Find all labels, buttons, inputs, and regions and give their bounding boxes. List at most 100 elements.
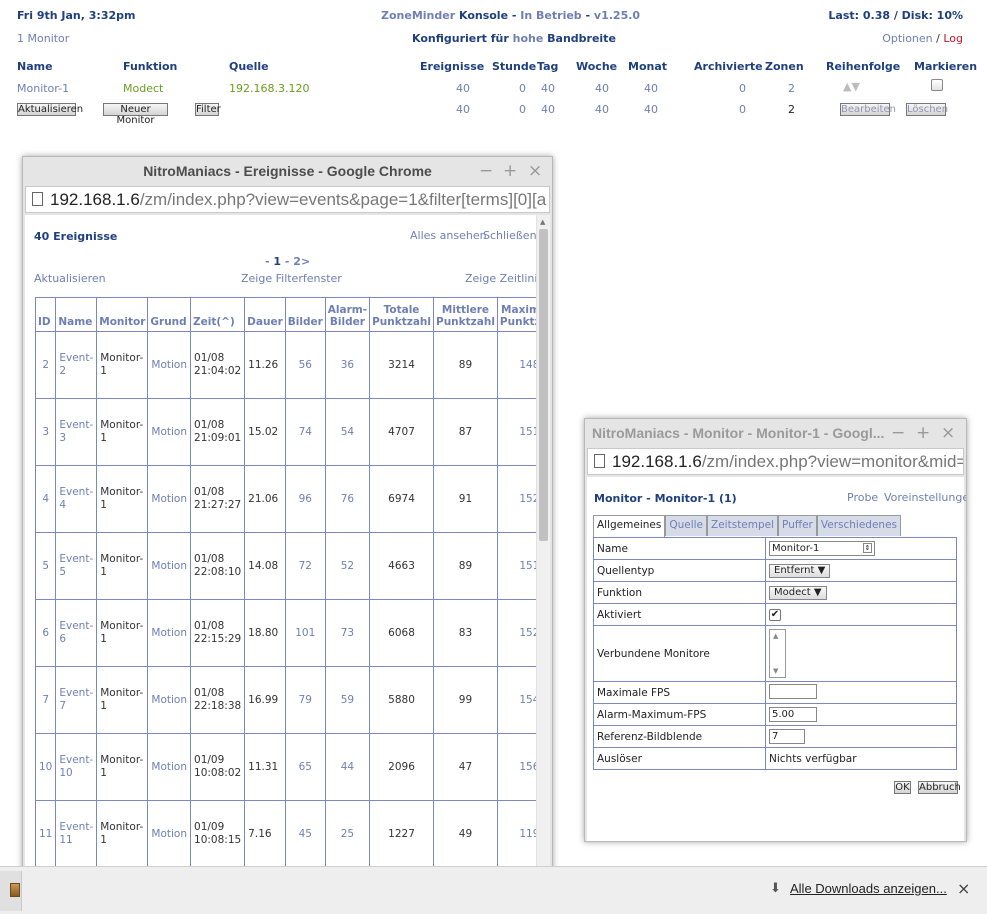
tab-buffers[interactable]: Puffer — [778, 515, 817, 536]
event-frames-link[interactable]: 101 — [284, 599, 326, 667]
new-monitor-button[interactable]: Neuer Monitor — [103, 103, 168, 126]
event-name-link[interactable]: Event-6 — [55, 599, 98, 667]
th-name[interactable]: Name — [55, 297, 98, 332]
th-monitor[interactable]: Monitor — [96, 297, 149, 332]
hour-count[interactable]: 0 — [496, 82, 526, 95]
events-scrollbar[interactable]: ▲ — [536, 215, 550, 914]
archived-count[interactable]: 0 — [716, 82, 746, 95]
th-avg-score[interactable]: Mittlere Punktzahl — [433, 297, 498, 332]
total-week[interactable]: 40 — [579, 103, 609, 116]
monitor-source-link[interactable]: 192.168.3.120 — [229, 82, 309, 95]
arrow-down-icon[interactable]: ▼ — [851, 80, 859, 93]
close-download-bar-icon[interactable]: × — [957, 879, 970, 898]
tab-general[interactable]: Allgemeines — [593, 515, 666, 537]
month-count[interactable]: 40 — [628, 82, 658, 95]
scroll-down-icon[interactable]: ▼ — [773, 667, 778, 675]
event-max-score-link[interactable]: 152 — [496, 465, 538, 533]
event-frames-link[interactable]: 96 — [284, 465, 326, 533]
event-alarm-frames-link[interactable]: 25 — [324, 800, 371, 868]
event-cause-link[interactable]: Motion — [147, 398, 192, 466]
probe-link[interactable]: Probe — [847, 491, 878, 504]
event-id-link[interactable]: 11 — [34, 800, 57, 868]
ref-blend-input[interactable]: 7 — [769, 729, 805, 744]
scroll-up-icon[interactable]: ▲ — [773, 632, 778, 640]
total-hour[interactable]: 0 — [496, 103, 526, 116]
th-total-score[interactable]: Totale Punktzahl — [369, 297, 434, 332]
event-alarm-frames-link[interactable]: 73 — [324, 599, 371, 667]
total-month[interactable]: 40 — [628, 103, 658, 116]
event-max-score-link[interactable]: 154 — [496, 666, 538, 734]
event-name-link[interactable]: Event-2 — [55, 331, 98, 399]
total-archived[interactable]: 0 — [716, 103, 746, 116]
event-cause-link[interactable]: Motion — [147, 532, 192, 600]
event-alarm-frames-link[interactable]: 59 — [324, 666, 371, 734]
console-link[interactable]: Konsole — [459, 9, 508, 22]
event-max-score-link[interactable]: 151 — [496, 532, 538, 600]
event-id-link[interactable]: 3 — [34, 398, 57, 466]
event-id-link[interactable]: 4 — [34, 465, 57, 533]
event-id-link[interactable]: 6 — [34, 599, 57, 667]
event-alarm-frames-link[interactable]: 76 — [324, 465, 371, 533]
event-name-link[interactable]: Event-7 — [55, 666, 98, 734]
event-cause-link[interactable]: Motion — [147, 465, 192, 533]
event-max-score-link[interactable]: 151 — [496, 398, 538, 466]
maximize-icon[interactable]: + — [916, 423, 930, 443]
th-frames[interactable]: Bilder — [284, 297, 326, 332]
event-name-link[interactable]: Event-3 — [55, 398, 98, 466]
week-count[interactable]: 40 — [579, 82, 609, 95]
max-fps-input[interactable] — [769, 683, 817, 699]
total-day[interactable]: 40 — [525, 103, 555, 116]
event-frames-link[interactable]: 79 — [284, 666, 326, 734]
refresh-button[interactable]: Aktualisieren — [17, 103, 83, 116]
delete-button[interactable]: Löschen — [906, 103, 948, 116]
version-link[interactable]: v1.25.0 — [594, 9, 640, 22]
event-id-link[interactable]: 10 — [34, 733, 57, 801]
event-name-link[interactable]: Event-4 — [55, 465, 98, 533]
monitor-function-link[interactable]: Modect — [123, 82, 163, 95]
function-select[interactable]: Modect ▼ — [769, 585, 827, 600]
address-bar[interactable]: 192.168.1.6/zm/index.php?view=events&pag… — [25, 186, 550, 213]
event-id-link[interactable]: 5 — [34, 532, 57, 600]
linked-monitors-list[interactable]: ▲ ▼ — [769, 629, 786, 678]
presets-link[interactable]: Voreinstellungen — [884, 491, 966, 504]
events-count[interactable]: 40 — [440, 82, 470, 95]
log-link[interactable]: Log — [943, 32, 963, 45]
th-max-score[interactable]: Maximale Punktzahl — [496, 297, 538, 332]
options-link[interactable]: Optionen — [882, 32, 932, 45]
event-frames-link[interactable]: 65 — [284, 733, 326, 801]
scroll-thumb[interactable] — [539, 229, 548, 541]
event-id-link[interactable]: 7 — [34, 666, 57, 734]
event-frames-link[interactable]: 45 — [284, 800, 326, 868]
event-cause-link[interactable]: Motion — [147, 599, 192, 667]
th-alarm-frames[interactable]: Alarm-Bilder — [324, 297, 371, 332]
event-cause-link[interactable]: Motion — [147, 331, 192, 399]
show-all-downloads-link[interactable]: Alle Downloads anzeigen... — [790, 881, 947, 896]
name-input[interactable]: Monitor-1 ⇕ — [769, 541, 875, 556]
ok-button[interactable]: OK — [894, 781, 911, 794]
event-cause-link[interactable]: Motion — [147, 666, 192, 734]
event-alarm-frames-link[interactable]: 44 — [324, 733, 371, 801]
event-id-link[interactable]: 2 — [34, 331, 57, 399]
th-time[interactable]: Zeit(^) — [190, 297, 246, 332]
event-max-score-link[interactable]: 152 — [496, 599, 538, 667]
close-icon[interactable]: × — [941, 423, 955, 443]
app-prefix[interactable]: ZoneMinder — [381, 9, 455, 22]
status-link[interactable]: In Betrieb — [520, 9, 581, 22]
spinner-icon[interactable]: ⇕ — [863, 543, 872, 553]
filter-button[interactable]: Filter — [195, 103, 221, 116]
mark-checkbox[interactable] — [931, 79, 943, 91]
edit-button[interactable]: Bearbeiten — [840, 103, 896, 116]
day-count[interactable]: 40 — [525, 82, 555, 95]
event-name-link[interactable]: Event-11 — [55, 800, 98, 868]
maximize-icon[interactable]: + — [503, 161, 517, 181]
event-name-link[interactable]: Event-5 — [55, 532, 98, 600]
alarm-fps-input[interactable]: 5.00 — [769, 707, 817, 722]
download-item[interactable] — [0, 871, 22, 911]
event-alarm-frames-link[interactable]: 54 — [324, 398, 371, 466]
event-frames-link[interactable]: 56 — [284, 331, 326, 399]
th-duration[interactable]: Dauer — [244, 297, 286, 332]
scroll-up-icon[interactable]: ▲ — [540, 218, 545, 226]
bandwidth-link[interactable]: hohe — [513, 32, 544, 45]
event-cause-link[interactable]: Motion — [147, 800, 192, 868]
enabled-checkbox[interactable]: ✔ — [769, 609, 781, 621]
